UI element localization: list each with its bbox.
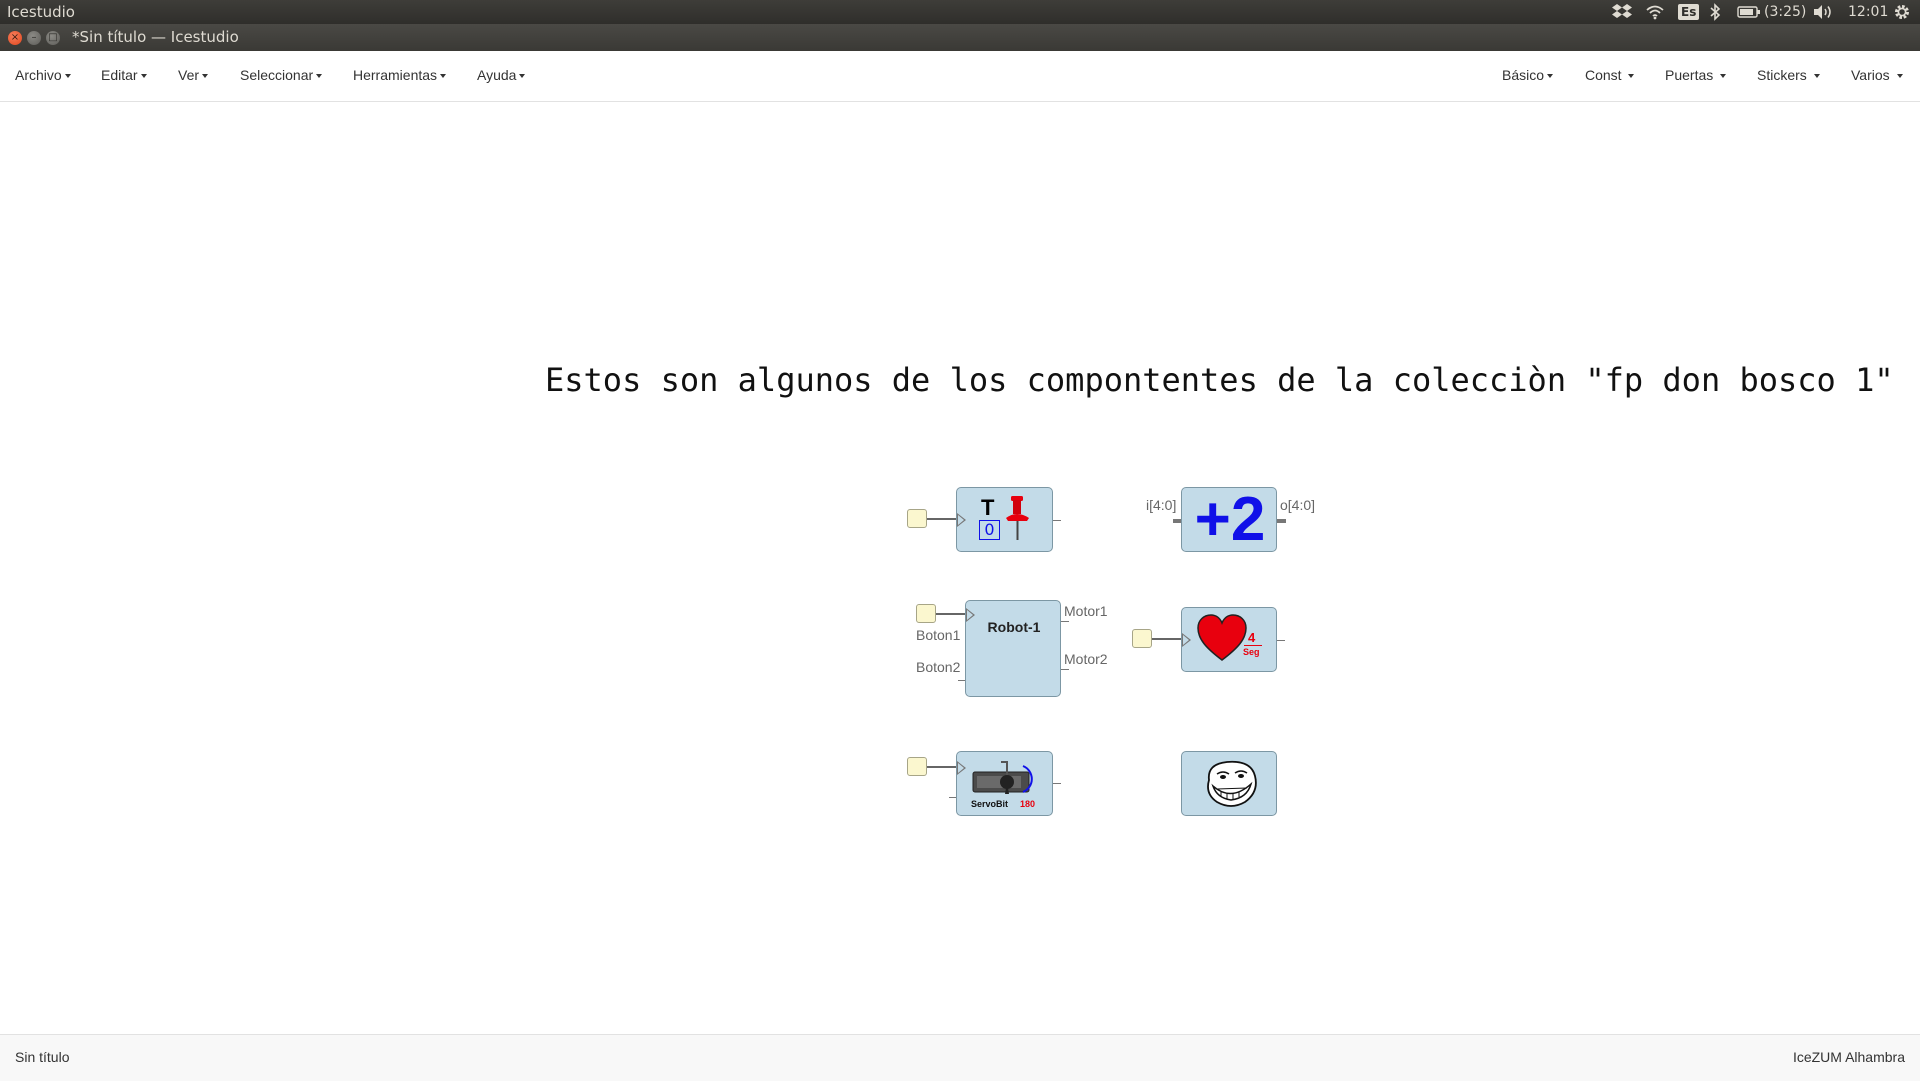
toggle-t-label: T xyxy=(981,495,995,520)
robot-input-pin[interactable] xyxy=(916,604,936,623)
heart-input-pin[interactable] xyxy=(1132,629,1152,648)
heartbeat-number: 4 xyxy=(1248,630,1256,645)
battery-icon xyxy=(1737,6,1760,18)
maximize-icon: □ xyxy=(48,32,58,43)
heart-icon xyxy=(1197,614,1247,661)
menu-const[interactable]: Const xyxy=(1585,67,1635,83)
heartbeat-block[interactable]: 4 Seg xyxy=(1181,607,1285,672)
caret-down-icon xyxy=(440,74,447,79)
servo-angle: 180 xyxy=(1020,799,1036,809)
robot-port-label: Motor1 xyxy=(1064,603,1108,619)
trollface-block[interactable] xyxy=(1181,751,1277,816)
fraction-line xyxy=(1244,645,1262,646)
maximize-window-button[interactable]: □ xyxy=(46,31,60,45)
heartbeat-unit: Seg xyxy=(1243,647,1260,657)
caret-down-icon xyxy=(1813,74,1820,79)
pushpin-icon xyxy=(1006,496,1029,540)
menu-herramientas[interactable]: Herramientas xyxy=(353,67,447,83)
wire xyxy=(927,766,957,768)
status-bar: Sin título IceZUM Alhambra xyxy=(0,1034,1920,1081)
wire xyxy=(1152,638,1182,640)
window-title: *Sin título — Icestudio xyxy=(72,28,239,46)
caret-down-icon xyxy=(1547,74,1554,79)
menu-basico[interactable]: Básico xyxy=(1502,67,1554,83)
caret-down-icon xyxy=(64,74,71,79)
project-filename: Sin título xyxy=(15,1049,70,1065)
caret-down-icon xyxy=(202,74,209,79)
menu-archivo[interactable]: Archivo xyxy=(15,67,71,83)
window-titlebar[interactable]: × – □ *Sin título — Icestudio xyxy=(0,24,1920,51)
output-stub xyxy=(1053,783,1061,784)
robot-block[interactable]: Robot-1 xyxy=(965,600,1061,697)
clock[interactable]: 12:01 xyxy=(1848,0,1888,24)
menu-seleccionar[interactable]: Seleccionar xyxy=(240,67,323,83)
clock-input-marker xyxy=(957,761,966,775)
adder-input-label: i[4:0] xyxy=(1146,497,1177,513)
caret-down-icon xyxy=(1628,74,1635,79)
adder-output-bus xyxy=(1277,519,1286,523)
menu-editar[interactable]: Editar xyxy=(101,67,147,83)
robot-name: Robot-1 xyxy=(987,619,1041,635)
output-stub xyxy=(1061,669,1069,670)
output-stub xyxy=(1061,621,1069,622)
volume-icon[interactable] xyxy=(1812,0,1834,24)
canvas-info-text[interactable]: Estos son algunos de los compontentes de… xyxy=(545,361,1894,399)
menu-varios[interactable]: Varios xyxy=(1851,67,1903,83)
board-selector[interactable]: IceZUM Alhambra xyxy=(1793,1049,1905,1065)
battery-indicator[interactable]: (3:25) xyxy=(1737,0,1806,24)
design-canvas[interactable]: Estos son algunos de los compontentes de… xyxy=(0,102,1920,1034)
adder-block[interactable]: +2 xyxy=(1181,485,1277,554)
output-stub xyxy=(1053,520,1061,521)
caret-down-icon xyxy=(1896,74,1903,79)
wire xyxy=(936,613,966,615)
toggle-block[interactable]: T 0 xyxy=(956,487,1061,552)
servo-name: ServoBit xyxy=(971,799,1009,809)
bluetooth-icon[interactable] xyxy=(1708,0,1722,24)
close-icon: × xyxy=(10,32,20,43)
menu-stickers[interactable]: Stickers xyxy=(1757,67,1820,83)
minimize-icon: – xyxy=(31,32,37,43)
menu-ayuda[interactable]: Ayuda xyxy=(477,67,526,83)
robot-port-label: Boton2 xyxy=(916,659,961,675)
servo-icon xyxy=(972,761,1033,794)
keyboard-layout-indicator[interactable]: Es xyxy=(1678,0,1700,24)
robot-port-label: Motor2 xyxy=(1064,651,1108,667)
clock-input-marker xyxy=(1182,633,1191,647)
trollface-icon xyxy=(1207,760,1257,807)
toggle-input-pin[interactable] xyxy=(907,509,927,528)
close-window-button[interactable]: × xyxy=(8,31,22,45)
output-stub xyxy=(1277,640,1285,641)
caret-down-icon xyxy=(1720,74,1727,79)
menu-puertas[interactable]: Puertas xyxy=(1665,67,1727,83)
active-app-name: Icestudio xyxy=(7,3,75,21)
system-top-panel: Icestudio Es (3:25) 12:01 xyxy=(0,0,1920,24)
gear-icon[interactable] xyxy=(1893,0,1911,24)
menu-ver[interactable]: Ver xyxy=(178,67,209,83)
minimize-window-button[interactable]: – xyxy=(27,31,41,45)
caret-down-icon xyxy=(519,74,526,79)
adder-output-label: o[4:0] xyxy=(1280,497,1316,513)
dropbox-icon[interactable] xyxy=(1612,0,1632,24)
menu-bar: Archivo Editar Ver Seleccionar Herramien… xyxy=(0,51,1920,102)
servo-input-pin[interactable] xyxy=(907,757,927,776)
robot-port-label: Boton1 xyxy=(916,627,961,643)
caret-down-icon xyxy=(140,74,147,79)
toggle-initial-value: 0 xyxy=(979,520,1000,540)
adder-label: +2 xyxy=(1194,485,1266,554)
servobit-block[interactable]: ServoBit 180 xyxy=(956,751,1061,816)
caret-down-icon xyxy=(316,74,323,79)
wire xyxy=(927,518,957,520)
wifi-icon[interactable] xyxy=(1645,0,1665,24)
clock-input-marker xyxy=(957,513,966,527)
